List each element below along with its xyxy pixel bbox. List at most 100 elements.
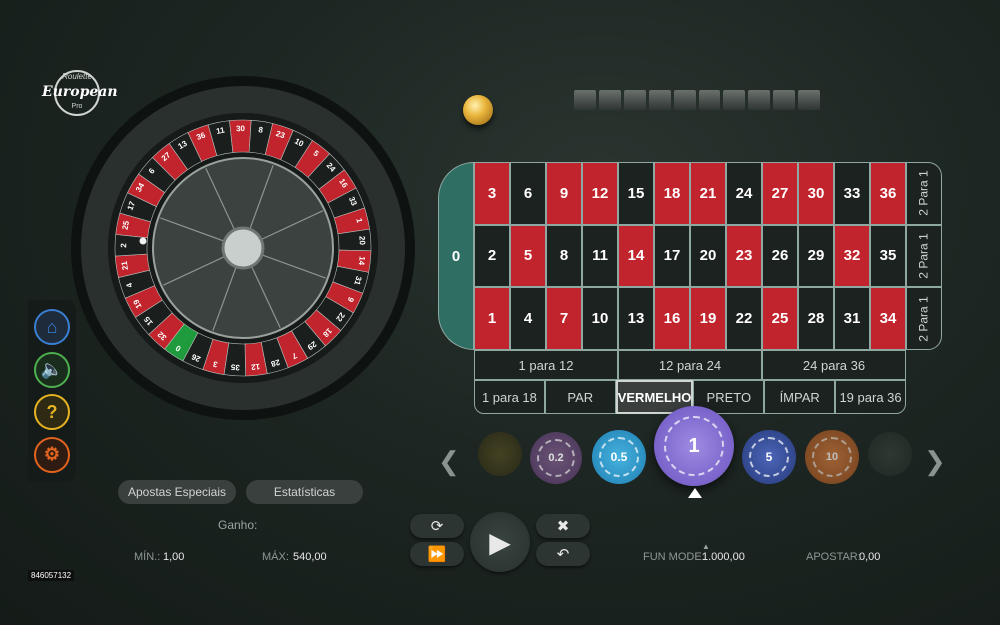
bet-column-middle[interactable]: 2 Para 1 — [906, 224, 942, 288]
history-slot — [723, 90, 746, 110]
chip-1-selected[interactable]: 1 — [654, 406, 734, 486]
undo-button[interactable]: ↶ — [536, 542, 590, 566]
bet-number-25[interactable]: 25 — [762, 287, 798, 350]
history-slot — [598, 90, 621, 110]
chevron-left-icon[interactable]: ❮ — [438, 446, 460, 477]
column-bet-label: 2 Para 1 — [917, 233, 931, 279]
total-bet-label: APOSTAR: — [806, 551, 861, 563]
chip-0-2[interactable]: 0.2 — [530, 432, 582, 484]
bet-number-26[interactable]: 26 — [762, 224, 798, 288]
bet-number-32[interactable]: 32 — [834, 224, 870, 288]
total-bet-value: 0,00 — [859, 551, 881, 563]
bet-number-20[interactable]: 20 — [690, 224, 726, 288]
column-bet-label: 2 Para 1 — [917, 170, 931, 217]
wheel-turret — [221, 226, 265, 270]
bet-number-4[interactable]: 4 — [510, 287, 546, 350]
clear-bets-button[interactable]: ✖ — [536, 514, 590, 538]
bet-low[interactable]: 1 para 18 — [474, 380, 545, 414]
bet-column-top[interactable]: 2 Para 1 — [906, 162, 942, 225]
bet-number-30[interactable]: 30 — [798, 162, 834, 225]
clear-icon: ✖ — [556, 518, 570, 535]
bet-number-19[interactable]: 19 — [690, 287, 726, 350]
dozen-bets: 1 para 12 12 para 24 24 para 36 — [474, 350, 906, 380]
wheel-number-30: 30 — [236, 124, 246, 133]
chevron-right-icon[interactable]: ❯ — [924, 446, 946, 477]
side-menu: ⌂ 🔈 ? ⚙ — [28, 300, 76, 482]
betting-table: 0 3 6 9 12 15 18 21 24 27 30 33 36 2 5 8 11 14 17 20 23 26 29… — [438, 162, 948, 416]
bet-number-10[interactable]: 10 — [582, 287, 618, 350]
bet-number-8[interactable]: 8 — [546, 224, 582, 288]
wheel-number-2: 2 — [119, 243, 128, 248]
statistics-button[interactable]: Estatísticas — [246, 480, 363, 504]
bet-number-28[interactable]: 28 — [798, 287, 834, 350]
settings-icon[interactable]: ⚙ — [34, 436, 70, 473]
bet-dozen-3[interactable]: 24 para 36 — [762, 350, 906, 380]
fast-forward-icon: ⏩ — [427, 546, 447, 563]
history-slot — [648, 90, 671, 110]
special-bets-button[interactable]: Apostas Especiais — [118, 480, 236, 504]
repeat-bet-button[interactable]: ⟳ — [410, 514, 464, 538]
bet-number-34[interactable]: 34 — [870, 287, 906, 350]
min-bet-value: 1,00 — [163, 551, 185, 563]
bet-number-13[interactable]: 13 — [618, 287, 654, 350]
bet-number-2[interactable]: 2 — [474, 224, 510, 288]
bet-number-23[interactable]: 23 — [726, 224, 762, 288]
wheel-number-35: 35 — [230, 362, 240, 372]
column-bet-label: 2 Para 1 — [917, 295, 931, 342]
bet-high[interactable]: 19 para 36 — [835, 380, 906, 414]
chip-5[interactable]: 5 — [742, 430, 796, 484]
bet-number-17[interactable]: 17 — [654, 224, 690, 288]
bet-number-21[interactable]: 21 — [690, 162, 726, 225]
chip-hidden-right[interactable] — [868, 432, 912, 476]
bet-number-15[interactable]: 15 — [618, 162, 654, 225]
number-grid: 3 6 9 12 15 18 21 24 27 30 33 36 2 5 8 11 14 17 20 23 26 29 32… — [474, 162, 906, 350]
bet-number-16[interactable]: 16 — [654, 287, 690, 350]
sound-icon[interactable]: 🔈 — [34, 351, 70, 388]
bet-number-18[interactable]: 18 — [654, 162, 690, 225]
bet-number-29[interactable]: 29 — [798, 224, 834, 288]
bet-number-36[interactable]: 36 — [870, 162, 906, 225]
bet-column-bottom[interactable]: 2 Para 1 — [906, 287, 942, 351]
fast-spin-button[interactable]: ⏩ — [410, 542, 464, 566]
bet-odd[interactable]: ÍMPAR — [764, 380, 836, 414]
help-icon[interactable]: ? — [34, 394, 70, 431]
chip-0-5[interactable]: 0.5 — [592, 430, 646, 484]
chip-hidden-left[interactable] — [478, 432, 522, 476]
bet-number-9[interactable]: 9 — [546, 162, 582, 225]
bet-number-33[interactable]: 33 — [834, 162, 870, 225]
undo-icon: ↶ — [556, 546, 570, 563]
history-slot — [773, 90, 796, 110]
history-slot — [673, 90, 696, 110]
bet-number-5[interactable]: 5 — [510, 224, 546, 288]
bet-number-11[interactable]: 11 — [582, 224, 618, 288]
bet-dozen-1[interactable]: 1 para 12 — [474, 350, 618, 380]
bet-number-12[interactable]: 12 — [582, 162, 618, 225]
bet-even[interactable]: PAR — [544, 380, 616, 414]
bet-zero[interactable]: 0 — [438, 162, 474, 350]
spin-button[interactable]: ▶ — [470, 512, 530, 572]
bet-number-6[interactable]: 6 — [510, 162, 546, 225]
bet-number-35[interactable]: 35 — [870, 224, 906, 288]
balance-value: 1.000,00 — [702, 551, 745, 563]
bet-number-24[interactable]: 24 — [726, 162, 762, 225]
home-icon[interactable]: ⌂ — [34, 309, 70, 346]
chip-10[interactable]: 10 — [805, 430, 859, 484]
bet-number-31[interactable]: 31 — [834, 287, 870, 350]
win-label: Ganho: — [218, 518, 258, 532]
balance-label: FUN MODE: — [643, 551, 705, 563]
history-slot — [623, 90, 646, 110]
ball-icon — [463, 95, 493, 125]
wheel-number-12: 12 — [250, 362, 260, 372]
bet-dozen-2[interactable]: 12 para 24 — [618, 350, 762, 380]
bet-number-27[interactable]: 27 — [762, 162, 798, 225]
selected-chip-marker-icon — [688, 488, 702, 498]
max-bet-label: MÁX: — [262, 551, 289, 563]
bet-number-14[interactable]: 14 — [618, 224, 654, 288]
bet-number-7[interactable]: 7 — [546, 287, 582, 350]
bet-number-22[interactable]: 22 — [726, 287, 762, 350]
bet-number-3[interactable]: 3 — [474, 162, 510, 225]
roulette-ball — [139, 237, 147, 245]
max-bet-value: 540,00 — [293, 551, 327, 563]
history-slot — [574, 90, 596, 110]
bet-number-1[interactable]: 1 — [474, 287, 510, 350]
